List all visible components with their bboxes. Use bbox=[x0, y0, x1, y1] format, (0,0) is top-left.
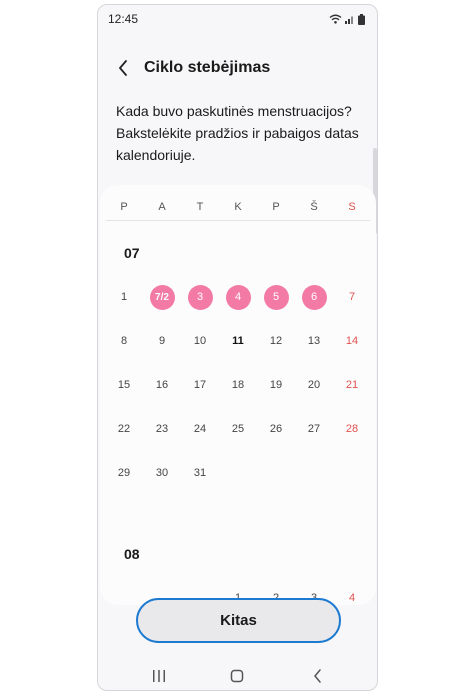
calendar-day[interactable]: 30 bbox=[148, 459, 176, 487]
weekday-label: P bbox=[272, 201, 280, 213]
nav-back-icon bbox=[313, 669, 321, 683]
navigation-bar bbox=[98, 661, 377, 690]
calendar-day[interactable]: 7/2 bbox=[149, 284, 175, 310]
instructions-text: Kada buvo paskutinės menstruacijos? Baks… bbox=[116, 103, 359, 163]
calendar-day[interactable]: 10 bbox=[186, 327, 214, 355]
home-button[interactable] bbox=[222, 661, 252, 690]
calendar: PATKPŠS 07 1 7/2 3 4 5 6 7 8 9 10 11 12 13 14 15 16 17 18 1… bbox=[100, 185, 376, 605]
month-label: 08 bbox=[124, 546, 140, 562]
calendar-day[interactable]: 21 bbox=[338, 371, 366, 399]
calendar-day[interactable]: 24 bbox=[186, 415, 214, 443]
calendar-day[interactable]: 4 bbox=[225, 284, 251, 310]
calendar-day[interactable]: 28 bbox=[338, 415, 366, 443]
calendar-day[interactable]: 20 bbox=[300, 371, 328, 399]
calendar-day[interactable]: 23 bbox=[148, 415, 176, 443]
wifi-icon bbox=[329, 14, 342, 24]
nav-back-button[interactable] bbox=[302, 661, 332, 690]
recent-apps-icon bbox=[153, 670, 165, 682]
home-icon bbox=[230, 669, 244, 683]
calendar-day[interactable]: 26 bbox=[262, 415, 290, 443]
calendar-day[interactable]: 27 bbox=[300, 415, 328, 443]
phone-screen: 12:45 Ciklo stebėjimas Kada buvo paskuti… bbox=[97, 4, 378, 691]
calendar-day[interactable]: 8 bbox=[110, 327, 138, 355]
status-time: 12:45 bbox=[108, 12, 139, 26]
calendar-day[interactable]: 29 bbox=[110, 459, 138, 487]
weekday-label: A bbox=[158, 201, 166, 213]
calendar-day[interactable]: 1 bbox=[110, 283, 138, 311]
calendar-day[interactable]: 13 bbox=[300, 327, 328, 355]
calendar-day[interactable]: 15 bbox=[110, 371, 138, 399]
battery-icon bbox=[358, 13, 365, 25]
weekday-label: K bbox=[234, 201, 242, 213]
calendar-day[interactable]: 31 bbox=[186, 459, 214, 487]
month-label: 07 bbox=[124, 245, 140, 261]
signal-icon bbox=[345, 16, 353, 24]
calendar-day[interactable]: 5 bbox=[263, 284, 289, 310]
calendar-day[interactable]: 12 bbox=[262, 327, 290, 355]
calendar-day[interactable]: 25 bbox=[224, 415, 252, 443]
back-arrow-icon bbox=[119, 60, 127, 76]
calendar-day[interactable]: 19 bbox=[262, 371, 290, 399]
back-button[interactable] bbox=[106, 53, 140, 83]
calendar-day[interactable]: 17 bbox=[186, 371, 214, 399]
calendar-day[interactable]: 11 bbox=[224, 327, 252, 355]
weekday-label: S bbox=[348, 201, 356, 213]
header: Ciklo stebėjimas bbox=[98, 53, 377, 83]
calendar-day[interactable]: 14 bbox=[338, 327, 366, 355]
status-bar: 12:45 bbox=[98, 5, 377, 33]
calendar-day[interactable]: 7 bbox=[338, 283, 366, 311]
calendar-day[interactable]: 9 bbox=[148, 327, 176, 355]
calendar-day[interactable]: 16 bbox=[148, 371, 176, 399]
weekday-header: PATKPŠS bbox=[100, 197, 376, 217]
weekday-label: P bbox=[120, 201, 128, 213]
weekday-label: Š bbox=[310, 201, 318, 213]
page-title: Ciklo stebėjimas bbox=[144, 59, 271, 76]
calendar-day[interactable]: 4 bbox=[338, 584, 366, 605]
calendar-day[interactable]: 6 bbox=[301, 284, 327, 310]
recent-apps-button[interactable] bbox=[144, 661, 174, 690]
calendar-day[interactable]: 18 bbox=[224, 371, 252, 399]
calendar-day[interactable]: 22 bbox=[110, 415, 138, 443]
next-button[interactable]: Kitas bbox=[136, 598, 341, 643]
weekday-divider bbox=[106, 220, 370, 221]
status-icons bbox=[329, 13, 365, 25]
weekday-label: T bbox=[196, 201, 204, 213]
calendar-day[interactable]: 3 bbox=[187, 284, 213, 310]
